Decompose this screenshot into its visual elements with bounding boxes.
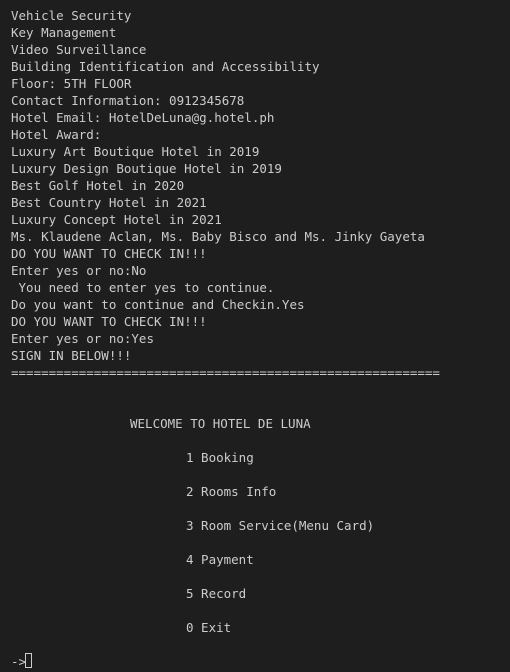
output-line-email: Hotel Email: HotelDeLuna@g.hotel.ph	[11, 110, 275, 125]
output-line-yes-no-input: Enter yes or no:Yes	[11, 331, 154, 346]
output-line-award: Best Country Hotel in 2021	[11, 195, 207, 210]
output-line-award-heading: Hotel Award:	[11, 127, 102, 142]
output-line-yes-no-input: Enter yes or no:No	[11, 263, 147, 278]
menu-item-rooms-info: 2 Rooms Info	[186, 484, 277, 499]
menu-item-record: 5 Record	[186, 586, 247, 601]
output-line-video-surveillance: Video Surveillance	[11, 42, 147, 57]
text-cursor[interactable]	[25, 653, 32, 668]
output-line-award: Luxury Design Boutique Hotel in 2019	[11, 161, 282, 176]
output-line-key-management: Key Management	[11, 25, 117, 40]
output-line-contact: Contact Information: 0912345678	[11, 93, 245, 108]
output-line-checkin-question: DO YOU WANT TO CHECK IN!!!	[11, 314, 207, 329]
output-line-award: Luxury Art Boutique Hotel in 2019	[11, 144, 260, 159]
terminal-output[interactable]: Vehicle Security Key Management Video Su…	[0, 0, 510, 672]
output-line-vehicle-security: Vehicle Security	[11, 8, 132, 23]
output-line-checkin-question: DO YOU WANT TO CHECK IN!!!	[11, 246, 207, 261]
menu-item-booking: 1 Booking	[186, 450, 254, 465]
output-line-separator: ========================================…	[11, 365, 440, 380]
menu-title: WELCOME TO HOTEL DE LUNA	[130, 416, 311, 431]
output-line-award: Luxury Concept Hotel in 2021	[11, 212, 222, 227]
output-line-floor: Floor: 5TH FLOOR	[11, 76, 132, 91]
menu-item-payment: 4 Payment	[186, 552, 254, 567]
output-line-award: Best Golf Hotel in 2020	[11, 178, 185, 193]
input-prompt: ->	[11, 654, 27, 669]
output-line-building-identification: Building Identification and Accessibilit…	[11, 59, 320, 74]
menu-item-exit: 0 Exit	[186, 620, 232, 635]
output-line-warning: You need to enter yes to continue.	[11, 280, 275, 295]
menu-item-room-service: 3 Room Service(Menu Card)	[186, 518, 375, 533]
output-line-sign-in: SIGN IN BELOW!!!	[11, 348, 132, 363]
output-line-owners: Ms. Klaudene Aclan, Ms. Baby Bisco and M…	[11, 229, 425, 244]
output-line-continue-question: Do you want to continue and Checkin.Yes	[11, 297, 305, 312]
